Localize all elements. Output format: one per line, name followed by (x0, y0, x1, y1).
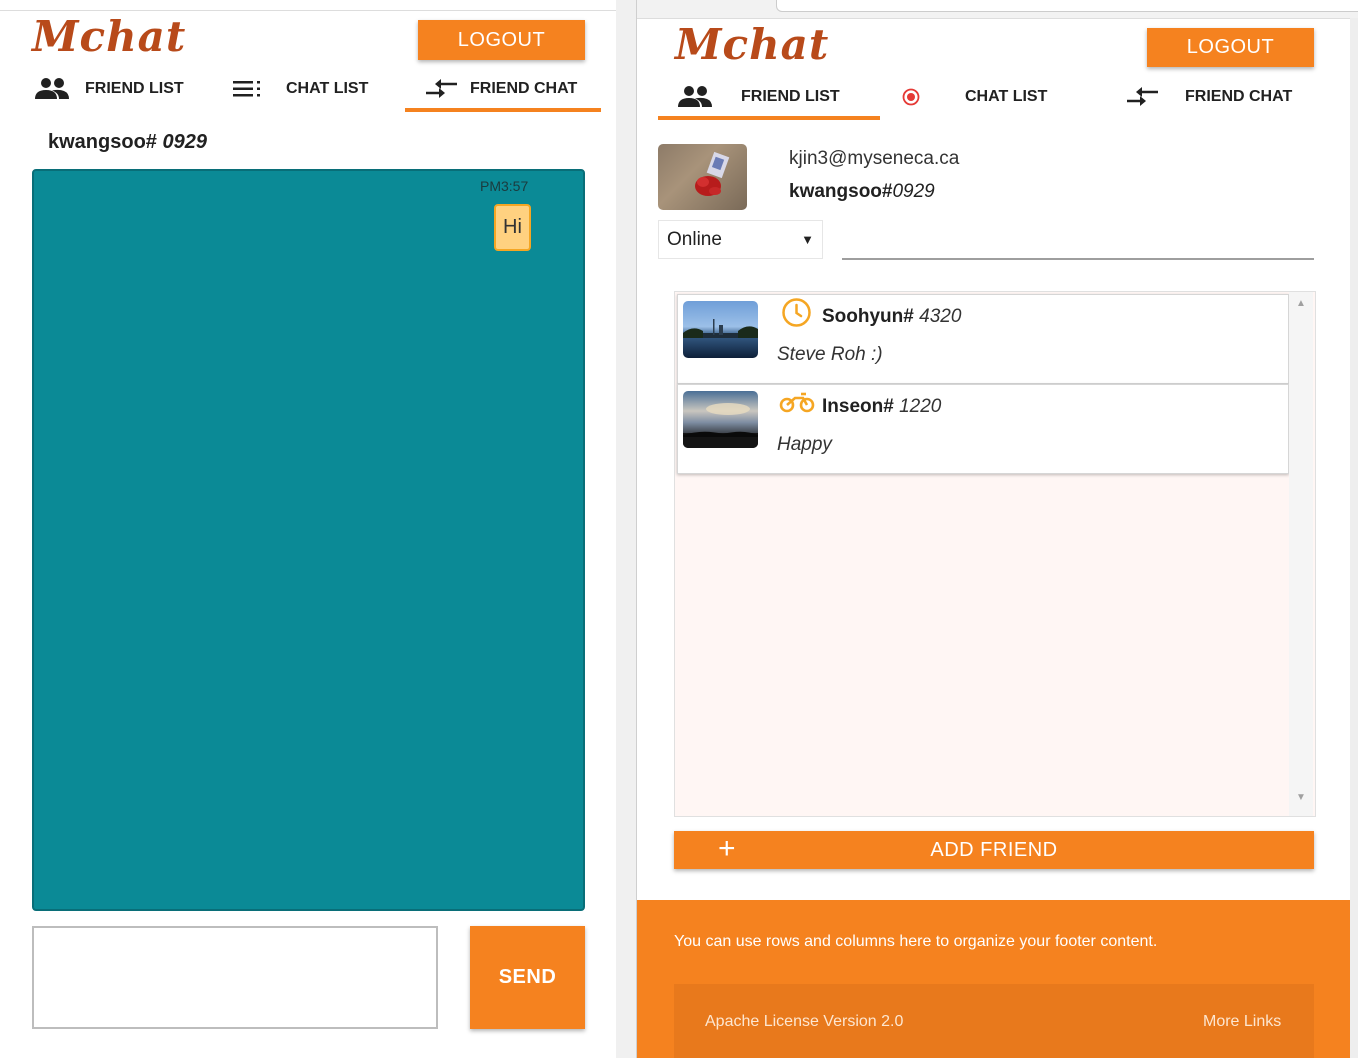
friend-avatar (683, 301, 758, 358)
tab-friend-chat[interactable]: FRIEND CHAT (426, 72, 577, 106)
tab-label: FRIEND CHAT (1185, 88, 1293, 105)
friend-list-container[interactable]: Soohyun# 4320 Steve Roh :) Inseon# 1220 … (674, 291, 1316, 817)
friend-name: Soohyun# 4320 (822, 306, 961, 328)
tab-label: CHAT LIST (286, 80, 369, 97)
profile-tag: 0929 (892, 181, 935, 202)
profile-username: kwangsoo# (789, 181, 893, 202)
scroll-up-arrow-icon[interactable]: ▲ (1296, 298, 1306, 309)
friend-tag: 4320 (919, 306, 962, 327)
tab-friend-list[interactable]: FRIEND LIST (34, 72, 184, 106)
people-icon (677, 85, 713, 109)
tab-label: FRIEND LIST (741, 88, 840, 105)
profile-email: kjin3@myseneca.ca (789, 148, 960, 169)
footer-license: Apache License Version 2.0 (705, 1013, 904, 1030)
add-friend-label: ADD FRIEND (930, 838, 1058, 861)
chat-user-name: kwangsoo# (48, 131, 157, 153)
message-bubble: Hi (494, 204, 531, 251)
tab-label: CHAT LIST (965, 88, 1048, 105)
friend-avatar (683, 391, 758, 448)
tab-chat-list[interactable]: CHAT LIST (233, 72, 368, 106)
scroll-down-arrow-icon[interactable]: ▼ (1296, 792, 1306, 803)
logout-button[interactable]: LOGOUT (1147, 28, 1314, 67)
more-links-link[interactable]: More Links (1203, 1013, 1281, 1031)
motorbike-icon (779, 391, 815, 420)
friend-row[interactable]: Inseon# 1220 Happy (677, 384, 1289, 474)
right-window: Mchat LOGOUT FRIEND LIST CHAT LIST FRIEN… (636, 0, 1358, 1058)
message-time: PM3:57 (480, 178, 529, 194)
chat-user-title: kwangsoo# 0929 (48, 131, 207, 154)
list-icon (233, 80, 263, 98)
top-edge-line (0, 10, 616, 11)
swap-arrows-icon (426, 78, 458, 100)
friend-username: Soohyun# (822, 306, 914, 327)
friend-row[interactable]: Soohyun# 4320 Steve Roh :) (677, 294, 1289, 384)
active-tab-indicator (405, 108, 601, 112)
people-icon (34, 77, 70, 101)
friend-name: Inseon# 1220 (822, 396, 941, 418)
send-button[interactable]: SEND (470, 926, 585, 1029)
status-select[interactable]: Online ▼ (658, 220, 823, 259)
tab-friend-chat[interactable]: FRIEND CHAT (1127, 80, 1292, 114)
friend-username: Inseon# (822, 396, 894, 417)
footer: You can use rows and columns here to org… (637, 900, 1350, 1058)
footer-copyright-bar: Apache License Version 2.0 More Links (674, 984, 1314, 1058)
friend-status-text: Steve Roh :) (777, 344, 883, 365)
status-message-input[interactable] (842, 224, 1314, 260)
active-tab-indicator (658, 116, 880, 120)
tab-chat-list[interactable]: CHAT LIST (902, 80, 1047, 114)
tab-label: FRIEND CHAT (470, 80, 578, 97)
logout-button[interactable]: LOGOUT (418, 20, 585, 60)
dropdown-arrow-icon: ▼ (801, 232, 814, 247)
tab-label: FRIEND LIST (85, 80, 184, 97)
add-friend-button[interactable]: + ADD FRIEND (674, 831, 1314, 869)
app-logo: Mchat (675, 20, 830, 69)
message-input[interactable] (32, 926, 438, 1029)
left-window: Mchat LOGOUT FRIEND LIST CHAT LIST FRIEN… (0, 0, 616, 1058)
profile-name: kwangsoo#0929 (789, 181, 935, 203)
friend-list-scrollbar[interactable]: ▲ ▼ (1289, 292, 1313, 816)
chat-user-tag: 0929 (162, 131, 207, 153)
friend-tag: 1220 (899, 396, 942, 417)
clock-icon (781, 297, 812, 333)
profile-avatar[interactable] (658, 144, 747, 210)
record-dot-icon (902, 88, 920, 106)
swap-arrows-icon (1127, 86, 1159, 108)
app-logo: Mchat (32, 12, 187, 61)
address-bar[interactable] (776, 0, 1358, 12)
chat-message-area[interactable]: PM3:57 Hi (32, 169, 585, 911)
status-selected-value: Online (667, 228, 722, 250)
friend-status-text: Happy (777, 434, 832, 455)
plus-icon: + (718, 832, 737, 865)
page-scrollbar[interactable] (1350, 18, 1358, 1058)
tab-friend-list[interactable]: FRIEND LIST (677, 80, 840, 114)
footer-text: You can use rows and columns here to org… (674, 933, 1158, 950)
